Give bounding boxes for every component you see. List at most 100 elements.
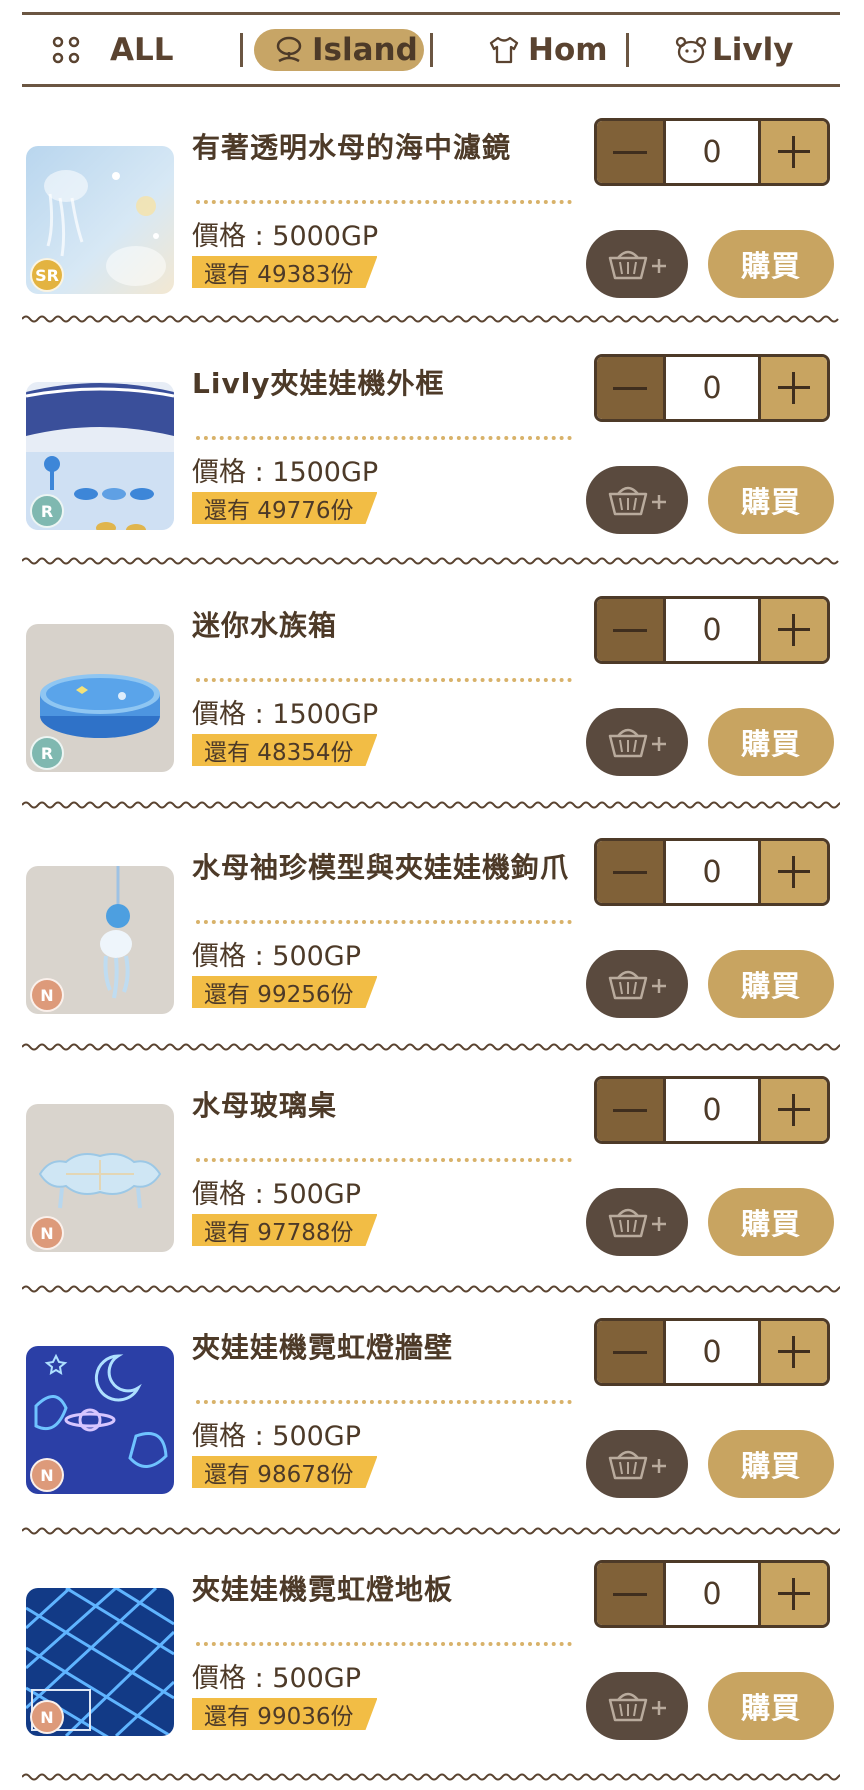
buy-button[interactable]: 購買 (708, 230, 834, 298)
buy-button[interactable]: 購買 (708, 1188, 834, 1256)
wavy-divider (22, 1527, 840, 1535)
tab-island-label: Island (312, 32, 418, 68)
quantity-stepper: 0 (594, 1318, 830, 1386)
wavy-divider (22, 1773, 840, 1781)
tab-separator (430, 33, 433, 67)
quantity-stepper: 0 (594, 838, 830, 906)
quantity-value[interactable]: 0 (663, 1079, 761, 1141)
add-to-cart-button[interactable] (586, 466, 688, 534)
buy-button[interactable]: 購買 (708, 466, 834, 534)
decrease-quantity-button[interactable] (597, 121, 663, 183)
minus-icon (613, 386, 647, 390)
item-name: Livly夾娃娃機外框 (192, 367, 445, 400)
item-price: 價格 : 1500GP (192, 457, 379, 488)
item-stock-badge: 還有 97788份 (192, 1214, 377, 1246)
increase-quantity-button[interactable] (761, 1079, 827, 1141)
item-stock-badge: 還有 49383份 (192, 256, 377, 288)
add-to-cart-button[interactable] (586, 230, 688, 298)
basket-plus-icon (608, 1208, 666, 1238)
dotted-divider (196, 1400, 572, 1404)
item-stock-badge: 還有 99256份 (192, 976, 377, 1008)
decrease-quantity-button[interactable] (597, 1563, 663, 1625)
quantity-value[interactable]: 0 (663, 1563, 761, 1625)
buy-button[interactable]: 購買 (708, 1672, 834, 1740)
minus-icon (613, 1592, 647, 1596)
add-to-cart-button[interactable] (586, 708, 688, 776)
item-name: 夾娃娃機霓虹燈牆壁 (192, 1331, 454, 1364)
rarity-badge: N (30, 1700, 64, 1734)
basket-plus-icon (608, 1692, 666, 1722)
rarity-badge: N (30, 1216, 64, 1250)
decrease-quantity-button[interactable] (597, 357, 663, 419)
shop-item: N 夾娃娃機霓虹燈牆壁 價格 : 500GP 還有 98678份 0 購買 (0, 1318, 864, 1560)
tab-livly[interactable]: Livly (674, 29, 793, 71)
item-name: 水母袖珍模型與夾娃娃機鉤爪 (192, 851, 570, 884)
decrease-quantity-button[interactable] (597, 1079, 663, 1141)
wavy-divider (22, 557, 839, 565)
plus-icon (778, 1336, 810, 1368)
rarity-badge: R (30, 494, 64, 528)
plus-icon (778, 614, 810, 646)
minus-icon (613, 1108, 647, 1112)
decrease-quantity-button[interactable] (597, 599, 663, 661)
wavy-divider (22, 1043, 840, 1051)
basket-plus-icon (608, 250, 666, 280)
minus-icon (613, 628, 647, 632)
dotted-divider (196, 678, 572, 682)
increase-quantity-button[interactable] (761, 1321, 827, 1383)
dotted-divider (196, 920, 572, 924)
item-name: 水母玻璃桌 (192, 1089, 338, 1122)
shop-item: N 水母玻璃桌 價格 : 500GP 還有 97788份 0 購買 (0, 1076, 864, 1318)
add-to-cart-button[interactable] (586, 1188, 688, 1256)
buy-button[interactable]: 購買 (708, 950, 834, 1018)
item-price: 價格 : 1500GP (192, 699, 379, 730)
quantity-value[interactable]: 0 (663, 1321, 761, 1383)
quantity-value[interactable]: 0 (663, 599, 761, 661)
increase-quantity-button[interactable] (761, 357, 827, 419)
add-to-cart-button[interactable] (586, 1672, 688, 1740)
item-stock-badge: 還有 48354份 (192, 734, 377, 766)
quantity-value[interactable]: 0 (663, 841, 761, 903)
basket-plus-icon (608, 970, 666, 1000)
tab-hom[interactable]: Hom (488, 29, 608, 71)
rarity-badge: N (30, 978, 64, 1012)
increase-quantity-button[interactable] (761, 599, 827, 661)
item-price: 價格 : 500GP (192, 1179, 362, 1210)
minus-icon (613, 1350, 647, 1354)
shop-item: N 夾娃娃機霓虹燈地板 價格 : 500GP 還有 99036份 0 購買 (0, 1560, 864, 1790)
livly-pet-icon (674, 35, 708, 65)
tab-all-label: ALL (110, 32, 174, 68)
plus-icon (778, 1094, 810, 1126)
item-name: 迷你水族箱 (192, 609, 338, 642)
tab-hom-label: Hom (528, 32, 608, 68)
tab-island[interactable]: Island (254, 29, 424, 71)
quantity-value[interactable]: 0 (663, 121, 761, 183)
add-to-cart-button[interactable] (586, 1430, 688, 1498)
decrease-quantity-button[interactable] (597, 1321, 663, 1383)
dotted-divider (196, 436, 572, 440)
plus-icon (778, 372, 810, 404)
tab-livly-label: Livly (712, 32, 794, 68)
quantity-stepper: 0 (594, 1560, 830, 1628)
decrease-quantity-button[interactable] (597, 841, 663, 903)
item-stock-badge: 還有 99036份 (192, 1698, 377, 1730)
rarity-badge: N (30, 1458, 64, 1492)
quantity-stepper: 0 (594, 596, 830, 664)
wavy-divider (22, 315, 839, 323)
increase-quantity-button[interactable] (761, 121, 827, 183)
plus-icon (778, 856, 810, 888)
basket-plus-icon (608, 728, 666, 758)
buy-button[interactable]: 購買 (708, 1430, 834, 1498)
basket-plus-icon (608, 1450, 666, 1480)
add-to-cart-button[interactable] (586, 950, 688, 1018)
basket-plus-icon (608, 486, 666, 516)
tab-all[interactable]: ALL (52, 29, 174, 71)
quantity-value[interactable]: 0 (663, 357, 761, 419)
wavy-divider (22, 1285, 840, 1293)
increase-quantity-button[interactable] (761, 841, 827, 903)
grid-dots-icon (52, 36, 80, 64)
buy-button[interactable]: 購買 (708, 708, 834, 776)
item-price: 價格 : 5000GP (192, 221, 379, 252)
rarity-badge: SR (30, 258, 64, 292)
increase-quantity-button[interactable] (761, 1563, 827, 1625)
